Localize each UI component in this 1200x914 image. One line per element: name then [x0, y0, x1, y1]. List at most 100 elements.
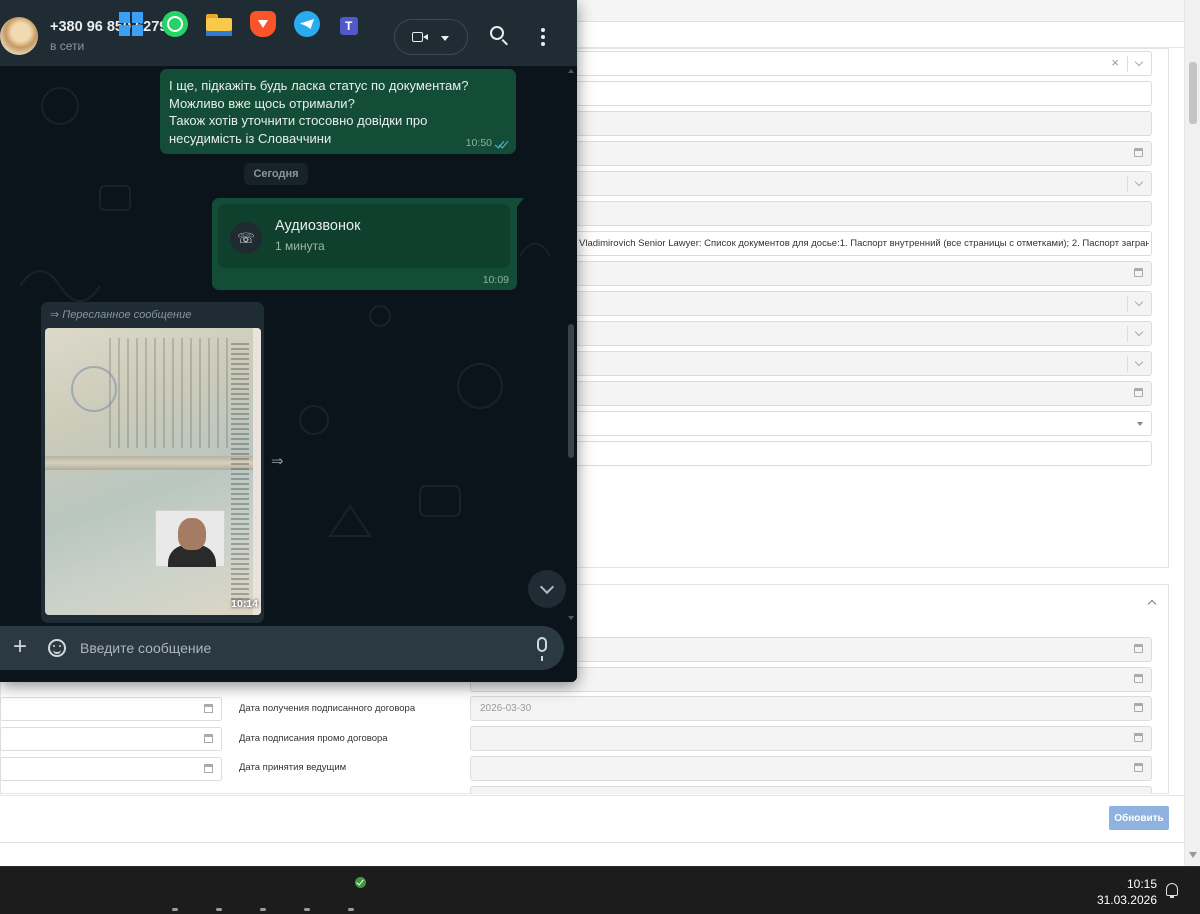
calendar-icon[interactable]: [204, 764, 213, 773]
passport-edge: [253, 328, 261, 615]
whatsapp-window: +380 96 850 6279 в сети І ще, підкажіть …: [0, 0, 577, 682]
calendar-icon[interactable]: [1134, 733, 1143, 742]
caret-down-icon[interactable]: [1137, 422, 1143, 426]
calendar-icon[interactable]: [204, 734, 213, 743]
running-indicator: [260, 908, 266, 911]
avatar[interactable]: [0, 17, 38, 55]
sticker-icon[interactable]: [48, 639, 66, 657]
chevron-down-icon[interactable]: [1127, 356, 1151, 372]
chat-scrollbar[interactable]: [566, 66, 577, 624]
lead-accept-date-field[interactable]: [470, 756, 1152, 781]
caret-down-icon: [441, 36, 449, 41]
clock-time[interactable]: 10:15: [1127, 877, 1157, 891]
read-receipt-icon: [495, 139, 509, 147]
message-time: 10:09: [482, 274, 509, 286]
brave-browser-icon[interactable]: [250, 11, 276, 37]
signed-contract-date-value: 2026-03-30: [480, 703, 532, 714]
image-message[interactable]: ⇒ Пересланное сообщение 10:14: [41, 302, 264, 623]
label-signed-contract: Дата получения подписанного договора: [239, 703, 416, 714]
chevron-down-icon[interactable]: [1127, 296, 1151, 312]
label-promo-contract: Дата подписания промо договора: [239, 733, 388, 744]
calendar-icon[interactable]: [1134, 674, 1143, 683]
forwarded-label: ⇒ Пересланное сообщение: [50, 308, 191, 321]
passport-photo[interactable]: [45, 328, 261, 615]
passport-fold: [45, 456, 261, 470]
running-indicator: [216, 908, 222, 911]
date-field-cut[interactable]: [470, 786, 1152, 794]
scrollbar-thumb[interactable]: [568, 324, 574, 458]
clock-date[interactable]: 31.03.2026: [1097, 893, 1157, 907]
clear-icon[interactable]: ×: [1111, 56, 1119, 70]
page-scrollbar[interactable]: [1184, 0, 1200, 866]
running-indicator: [348, 908, 354, 911]
message-time: 10:14: [231, 598, 258, 610]
calendar-icon[interactable]: [1134, 763, 1143, 772]
passport-portrait: [155, 510, 225, 567]
scroll-down-arrow-icon[interactable]: [1189, 852, 1197, 858]
search-icon[interactable]: [490, 26, 504, 40]
passport-stamp: [71, 366, 117, 412]
calendar-icon[interactable]: [1134, 703, 1143, 712]
calendar-icon[interactable]: [1134, 268, 1143, 277]
call-card[interactable]: ☏ Аудиозвонок 1 минута: [218, 204, 510, 268]
kebab-menu-icon[interactable]: [541, 28, 545, 46]
running-indicator: [304, 908, 310, 911]
date-separator: Сегодня: [244, 163, 308, 185]
telegram-icon[interactable]: [294, 11, 320, 37]
promo-contract-date-field[interactable]: [470, 726, 1152, 751]
forwarded-text: Пересланное сообщение: [62, 309, 192, 321]
notification-bell-icon[interactable]: [1166, 883, 1178, 898]
chevron-down-icon[interactable]: [1127, 56, 1151, 72]
chevron-down-icon[interactable]: [1127, 326, 1151, 342]
video-camera-icon: [412, 32, 428, 42]
scroll-up-arrow-icon[interactable]: [568, 69, 574, 73]
scroll-down-arrow-icon[interactable]: [568, 616, 574, 620]
passport-perforation: [231, 340, 249, 600]
scroll-to-bottom-button[interactable]: [528, 570, 566, 608]
calendar-icon[interactable]: [1134, 388, 1143, 397]
chat-header[interactable]: +380 96 850 6279 в сети: [0, 0, 577, 66]
label-accepted-by-lead: Дата принятия ведущим: [239, 762, 347, 773]
composer-box: +: [0, 626, 564, 670]
plus-icon[interactable]: +: [13, 635, 27, 659]
crm-footer: [0, 795, 1184, 843]
forwarded-icon: ⇒: [50, 309, 60, 321]
calendar-icon[interactable]: [1134, 644, 1143, 653]
contact-name[interactable]: +380 96 850 6279: [50, 19, 167, 35]
running-indicator: [172, 908, 178, 911]
call-duration: 1 минута: [275, 239, 325, 253]
message-time: 10:50: [465, 137, 492, 149]
phone-outgoing-icon: ☏: [230, 222, 262, 254]
status-badge: [354, 876, 367, 889]
chat-area[interactable]: І ще, підкажіть будь ласка статус по док…: [0, 66, 577, 624]
contact-status: в сети: [50, 39, 85, 53]
bubble-tail: [516, 198, 524, 208]
calendar-icon[interactable]: [1134, 148, 1143, 157]
left-date-field-1[interactable]: [0, 697, 222, 721]
outgoing-message[interactable]: І ще, підкажіть будь ласка статус по док…: [160, 69, 516, 154]
signed-contract-date-field[interactable]: 2026-03-30: [470, 696, 1152, 721]
chevron-down-icon[interactable]: [1127, 176, 1151, 192]
forward-icon[interactable]: ⇒: [271, 452, 284, 470]
microphone-icon[interactable]: [537, 637, 547, 661]
update-button[interactable]: Обновить: [1109, 806, 1169, 830]
notes-text: Vladimirovich Senior Lawyer: Список доку…: [579, 238, 1149, 249]
passport-text-lines: [109, 338, 229, 448]
message-input[interactable]: [80, 640, 500, 656]
calendar-icon[interactable]: [204, 704, 213, 713]
left-date-field-2[interactable]: [0, 727, 222, 751]
scrollbar-thumb[interactable]: [1189, 62, 1197, 124]
message-composer: +: [0, 624, 577, 682]
collapse-icon[interactable]: [1147, 599, 1157, 609]
whatsapp-icon[interactable]: [162, 11, 188, 37]
windows-start-icon[interactable]: [118, 11, 144, 37]
call-message[interactable]: ☏ Аудиозвонок 1 минута 10:09: [212, 198, 517, 290]
teams-icon[interactable]: [338, 11, 364, 37]
call-title: Аудиозвонок: [275, 218, 361, 234]
message-text: І ще, підкажіть будь ласка статус по док…: [169, 78, 469, 146]
portrait-face: [178, 518, 206, 550]
video-call-button[interactable]: [394, 19, 468, 55]
taskbar: [0, 866, 1200, 914]
left-date-field-3[interactable]: [0, 757, 222, 781]
file-explorer-icon[interactable]: [206, 11, 232, 37]
